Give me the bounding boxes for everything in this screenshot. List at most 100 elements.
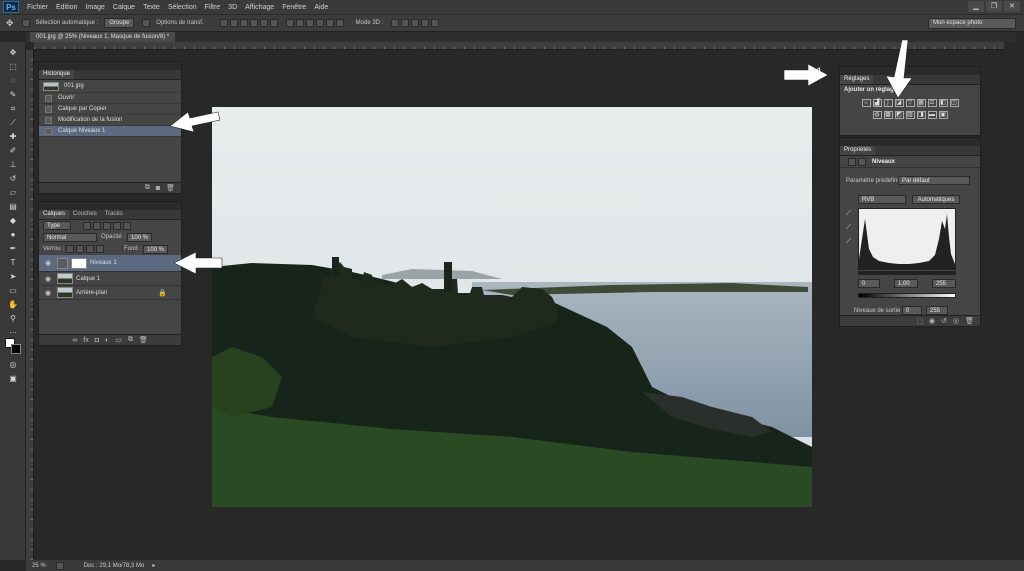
clip-to-layer-icon[interactable]: ⬚ — [916, 317, 923, 325]
quick-mask-icon[interactable]: ◎ — [7, 360, 19, 370]
input-black-field[interactable]: 0 — [858, 279, 880, 288]
checkbox-icon[interactable] — [142, 19, 151, 27]
gradient-map-icon[interactable]: ▬ — [927, 111, 937, 119]
menu-item-edit[interactable]: Edition — [56, 4, 77, 11]
output-gradient[interactable] — [858, 293, 956, 298]
align-right-icon[interactable] — [269, 19, 278, 27]
filter-shape-icon[interactable] — [113, 221, 121, 230]
output-white-field[interactable]: 255 — [926, 306, 948, 315]
layer-mask-thumbnail[interactable] — [71, 257, 87, 269]
document-photo[interactable] — [212, 107, 812, 507]
dodge-tool-icon[interactable]: ● — [7, 230, 19, 240]
eye-icon[interactable]: ◉ — [43, 289, 53, 297]
delete-adjustment-icon[interactable]: 🗑 — [965, 317, 974, 325]
distribute-middle-icon[interactable] — [295, 19, 304, 27]
tab-channels[interactable]: Couches — [69, 210, 101, 219]
photo-filter-icon[interactable]: ◫ — [949, 99, 959, 107]
lasso-tool-icon[interactable]: ◌ — [7, 76, 19, 86]
eyedropper-white-icon[interactable]: ⟋ — [846, 238, 851, 246]
new-document-from-state-icon[interactable]: ⧉ — [145, 184, 150, 192]
crop-tool-icon[interactable]: ⌗ — [7, 104, 19, 114]
zoom-level[interactable]: 25 % — [32, 563, 46, 569]
distribute-top-icon[interactable] — [285, 19, 294, 27]
new-layer-icon[interactable]: ⧉ — [128, 336, 133, 344]
checkbox-icon[interactable] — [21, 19, 30, 27]
lock-transparency-icon[interactable] — [66, 245, 75, 253]
tab-history[interactable]: Historique — [39, 70, 75, 79]
menu-item-window[interactable]: Fenêtre — [282, 4, 306, 11]
quick-select-tool-icon[interactable]: ✎ — [7, 90, 19, 100]
menu-item-image[interactable]: Image — [85, 4, 104, 11]
filter-smart-object-icon[interactable] — [123, 221, 131, 230]
tab-properties[interactable]: Propriétés — [840, 146, 876, 155]
scale-3d-icon[interactable] — [431, 19, 440, 27]
menu-item-file[interactable]: Fichier — [27, 4, 48, 11]
channel-mixer-icon[interactable]: ◍ — [872, 111, 882, 119]
new-group-icon[interactable]: ▭ — [115, 336, 122, 344]
preset-dropdown[interactable]: Par défaut — [898, 176, 970, 185]
black-white-icon[interactable]: ◧ — [938, 99, 948, 107]
history-item[interactable]: Calque par Copier — [39, 104, 181, 115]
trash-icon[interactable]: 🗑 — [166, 184, 175, 192]
move-tool-icon[interactable]: ✥ — [7, 48, 19, 58]
fill-input[interactable]: 100 % — [143, 244, 169, 254]
input-white-field[interactable]: 255 — [932, 279, 956, 288]
drag-3d-icon[interactable] — [411, 19, 420, 27]
channel-dropdown[interactable]: RVB — [858, 195, 906, 204]
eye-icon[interactable]: ◉ — [43, 275, 53, 283]
minimize-icon[interactable]: ▁ — [968, 1, 984, 12]
history-item[interactable]: Ouvrir — [39, 93, 181, 104]
filter-adjustment-icon[interactable] — [93, 221, 101, 230]
invert-icon[interactable]: ◩ — [894, 111, 904, 119]
menu-item-layer[interactable]: Calque — [113, 4, 135, 11]
eyedropper-gray-icon[interactable]: ⟋ — [846, 224, 851, 232]
type-tool-icon[interactable]: T — [7, 258, 19, 268]
export-icon[interactable] — [55, 561, 64, 570]
pen-tool-icon[interactable]: ✒ — [7, 244, 19, 254]
clone-stamp-tool-icon[interactable]: ⊥ — [7, 160, 19, 170]
menu-item-view[interactable]: Affichage — [245, 4, 274, 11]
distribute-bottom-icon[interactable] — [305, 19, 314, 27]
menu-item-type[interactable]: Texte — [143, 4, 160, 11]
eraser-tool-icon[interactable]: ▱ — [7, 188, 19, 198]
hue-saturation-icon[interactable]: ▦ — [916, 99, 926, 107]
brush-tool-icon[interactable]: ✐ — [7, 146, 19, 156]
tab-layers[interactable]: Calques — [39, 210, 70, 219]
align-center-icon[interactable] — [259, 19, 268, 27]
menu-item-filter[interactable]: Filtre — [205, 4, 221, 11]
layer-filter-dropdown[interactable]: Type — [43, 221, 71, 230]
hand-tool-icon[interactable]: ✋ — [7, 300, 19, 310]
workspace-dropdown[interactable]: Mon espace photo — [928, 18, 1016, 29]
vibrance-icon[interactable]: ▽ — [905, 99, 915, 107]
layer-row-levels[interactable]: ◉ Niveaux 1 — [39, 255, 181, 272]
layer-row-background[interactable]: ◉ Arrière-plan 🔒 — [39, 286, 181, 300]
align-bottom-icon[interactable] — [239, 19, 248, 27]
roll-3d-icon[interactable] — [401, 19, 410, 27]
brightness-contrast-icon[interactable]: ☼ — [861, 99, 871, 107]
gradient-tool-icon[interactable]: ▤ — [7, 202, 19, 212]
levels-icon[interactable]: ▟ — [872, 99, 882, 107]
input-gamma-field[interactable]: 1,00 — [894, 279, 918, 288]
auto-select-dropdown[interactable]: Groupe — [104, 18, 135, 28]
add-mask-icon[interactable]: ◘ — [95, 337, 99, 344]
mask-icon[interactable] — [858, 157, 866, 166]
threshold-icon[interactable]: ◨ — [916, 111, 926, 119]
marquee-tool-icon[interactable]: ⬚ — [7, 62, 19, 72]
menu-item-select[interactable]: Sélection — [168, 4, 197, 11]
eye-icon[interactable]: ◉ — [43, 259, 53, 267]
visibility-icon[interactable]: ◎ — [953, 317, 959, 325]
eyedropper-black-icon[interactable]: ⟋ — [846, 210, 851, 218]
camera-icon[interactable]: ◙ — [156, 185, 160, 192]
move-tool-icon[interactable]: ✥ — [6, 18, 14, 29]
lock-pixels-icon[interactable] — [76, 245, 85, 253]
blend-mode-dropdown[interactable]: Normal — [43, 232, 97, 242]
auto-button[interactable]: Automatiques — [912, 195, 960, 204]
history-snapshot[interactable]: 001.jpg — [39, 80, 181, 93]
distribute-right-icon[interactable] — [335, 19, 344, 27]
rotate-3d-icon[interactable] — [391, 19, 400, 27]
zoom-tool-icon[interactable]: ⚲ — [7, 314, 19, 324]
filter-type-icon[interactable] — [103, 221, 111, 230]
history-item-selected[interactable]: Calque Niveaux 1 — [39, 126, 181, 137]
color-balance-icon[interactable]: ⚖ — [927, 99, 937, 107]
input-slider-track[interactable] — [858, 271, 956, 275]
